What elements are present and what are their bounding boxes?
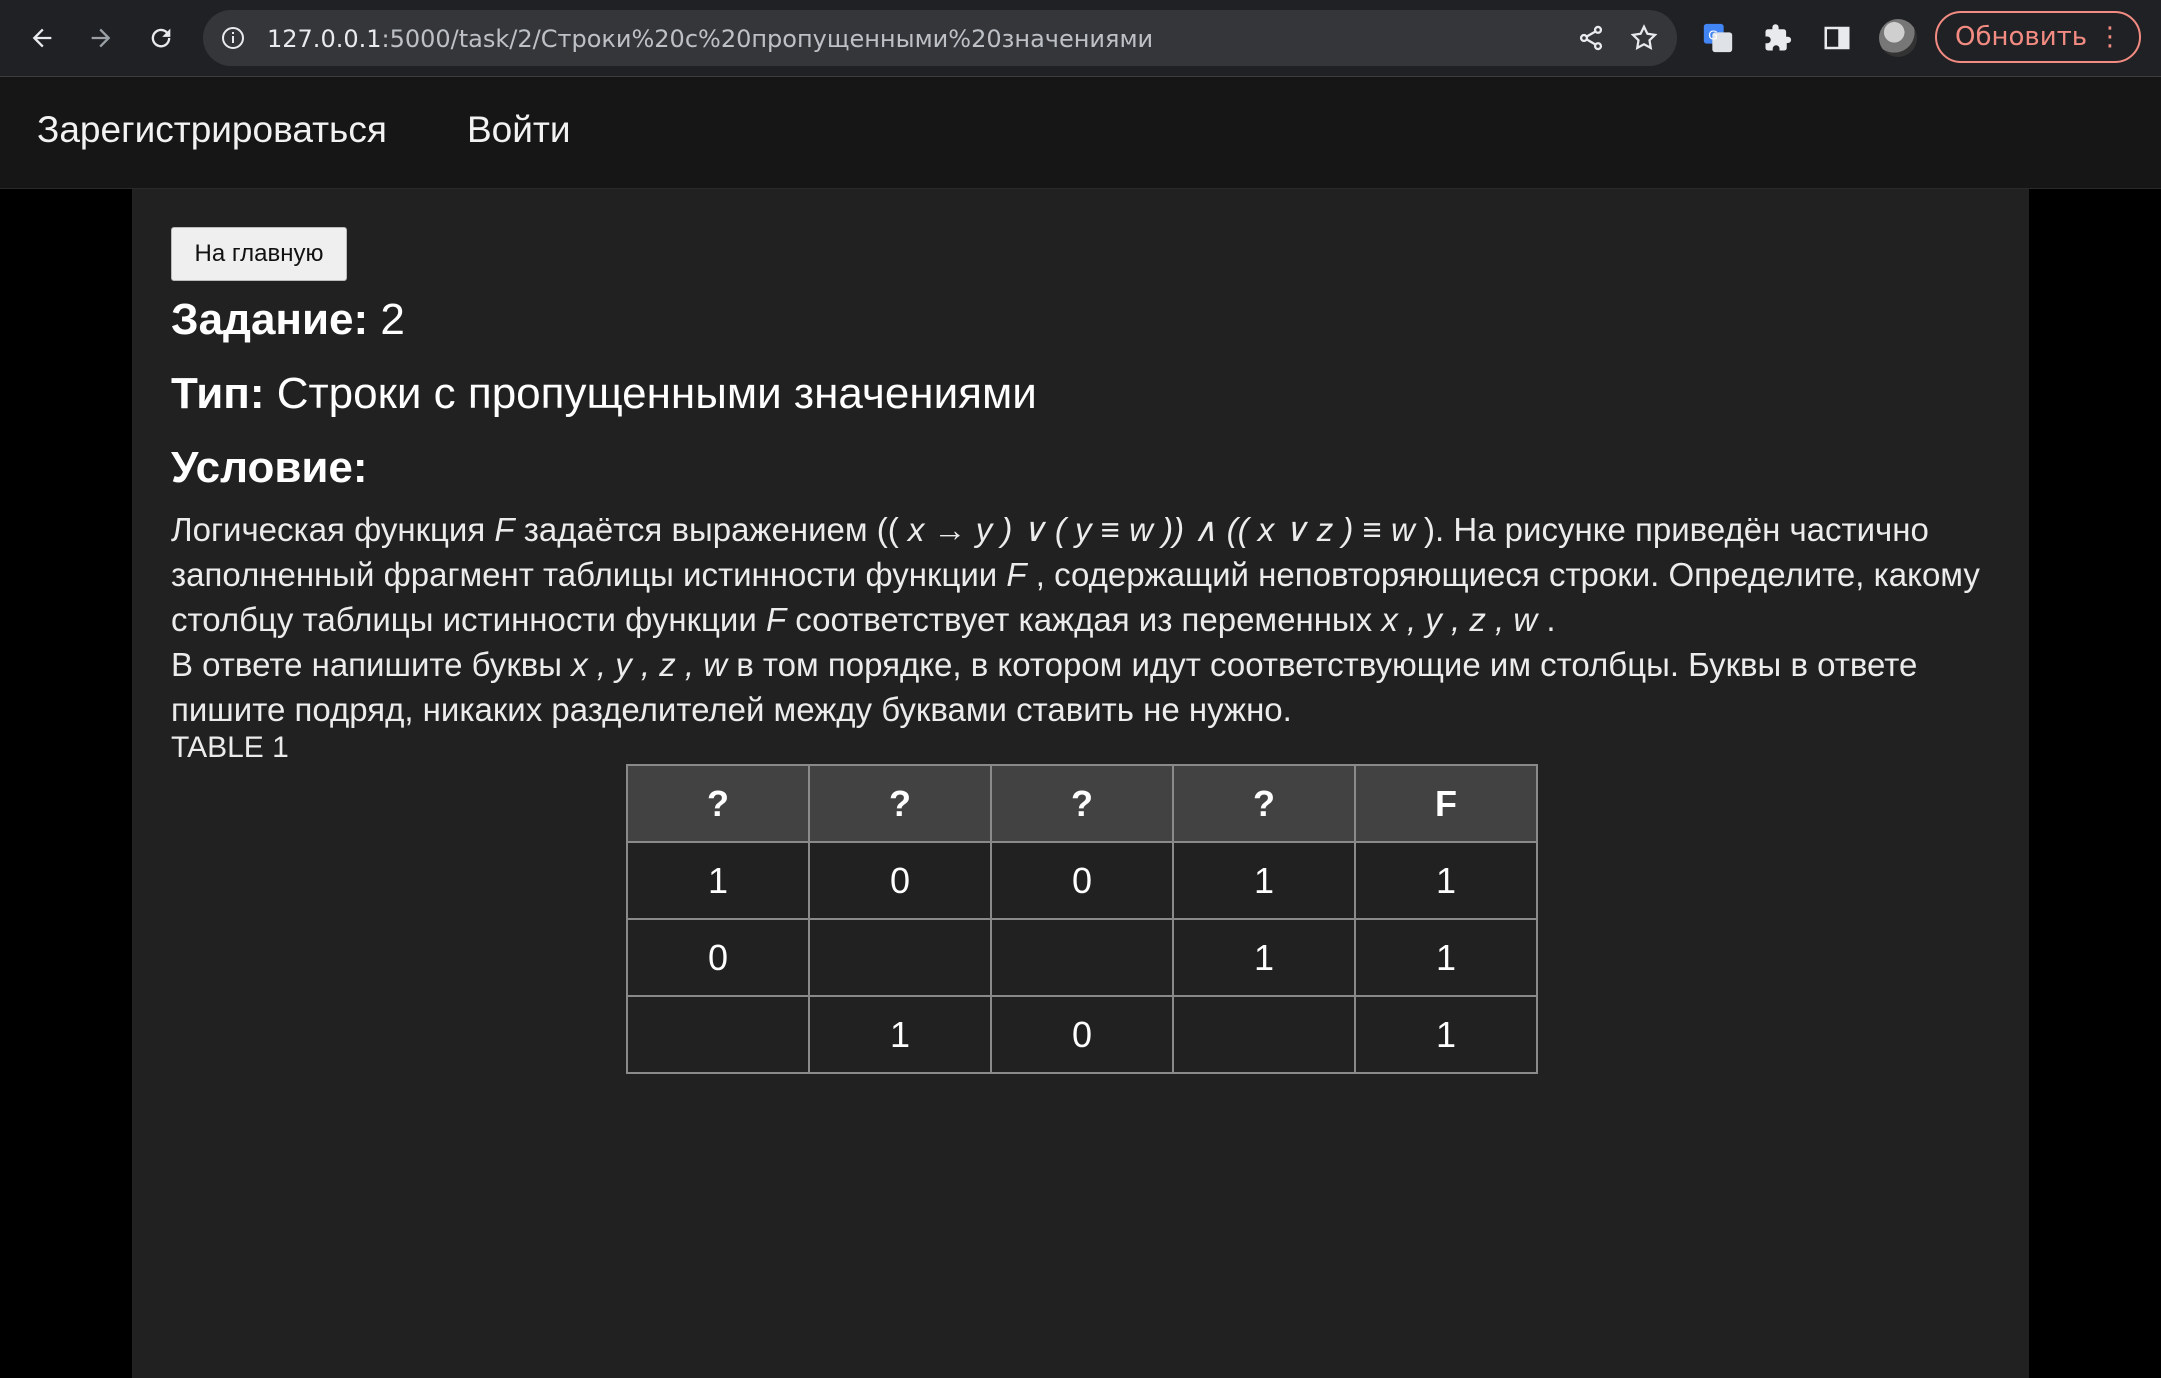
table-cell <box>808 918 992 997</box>
register-link[interactable]: Зарегистрироваться <box>37 109 387 151</box>
table-cell: 1 <box>1354 918 1538 997</box>
type-value: Строки с пропущенными значениями <box>276 369 1037 418</box>
table-cell: 1 <box>1354 995 1538 1074</box>
table-cell: 0 <box>626 918 810 997</box>
table-cell <box>990 918 1174 997</box>
table-cell: 0 <box>990 841 1174 920</box>
task-heading: Задание: 2 <box>171 295 405 345</box>
bookmark-star-icon[interactable] <box>1629 23 1659 58</box>
condition-text: Логическая функция F задаётся выражением… <box>171 507 2011 732</box>
header-cell: ? <box>626 764 810 843</box>
translate-extension-icon[interactable]: G <box>1698 18 1738 58</box>
header-cell: ? <box>990 764 1174 843</box>
site-info-icon[interactable] <box>221 26 245 55</box>
profile-avatar[interactable] <box>1879 19 1917 57</box>
browser-toolbar: 127.0.0.1:5000/task/2/Строки%20с%20пропу… <box>0 0 2161 77</box>
task-panel: На главную Задание: 2 Тип: Строки с проп… <box>132 189 2029 1378</box>
update-button-label: Обновить <box>1955 22 2088 52</box>
table-cell <box>1172 995 1356 1074</box>
table-cell: 1 <box>1172 918 1356 997</box>
share-icon[interactable] <box>1577 24 1605 57</box>
more-menu-icon[interactable]: ⋮ <box>2097 22 2123 52</box>
answer-instructions: В ответе напишите буквы x , y , z , w в … <box>171 646 1918 728</box>
task-label: Задание: <box>171 295 369 344</box>
table-cell <box>626 995 810 1074</box>
truth-table: ? ? ? ? F 1 0 0 1 1 0 1 1 1 0 1 <box>626 764 1538 1074</box>
header-cell: F <box>1354 764 1538 843</box>
condition-paragraph: Логическая функция F задаётся выражением… <box>171 511 1980 638</box>
update-browser-button[interactable]: Обновить ⋮ <box>1935 11 2141 63</box>
table-cell: 1 <box>1354 841 1538 920</box>
table-header-row: ? ? ? ? F <box>626 764 1538 843</box>
task-number: 2 <box>380 295 405 344</box>
table-cell: 1 <box>626 841 810 920</box>
url-text: 127.0.0.1:5000/task/2/Строки%20с%20пропу… <box>267 25 1154 53</box>
site-navbar: Зарегистрироваться Войти <box>0 77 2161 189</box>
header-cell: ? <box>1172 764 1356 843</box>
table-cell: 1 <box>1172 841 1356 920</box>
forward-icon[interactable] <box>81 18 121 58</box>
table-cell: 1 <box>808 995 992 1074</box>
table-row: 1 0 1 <box>626 995 1538 1074</box>
table-cell: 0 <box>990 995 1174 1074</box>
address-bar[interactable]: 127.0.0.1:5000/task/2/Строки%20с%20пропу… <box>203 10 1677 66</box>
condition-heading: Условие: <box>171 443 368 492</box>
svg-text:G: G <box>1708 28 1718 43</box>
type-label: Тип: <box>171 369 265 418</box>
back-icon[interactable] <box>22 18 62 58</box>
home-button[interactable]: На главную <box>171 227 347 281</box>
table-row: 0 1 1 <box>626 918 1538 997</box>
table-cell: 0 <box>808 841 992 920</box>
login-link[interactable]: Войти <box>467 109 571 151</box>
header-cell: ? <box>808 764 992 843</box>
reload-icon[interactable] <box>141 18 181 58</box>
extensions-puzzle-icon[interactable] <box>1758 18 1798 58</box>
side-panel-icon[interactable] <box>1817 18 1857 58</box>
table-caption: TABLE 1 <box>171 731 289 764</box>
table-row: 1 0 0 1 1 <box>626 841 1538 920</box>
type-heading: Тип: Строки с пропущенными значениями <box>171 369 1037 419</box>
